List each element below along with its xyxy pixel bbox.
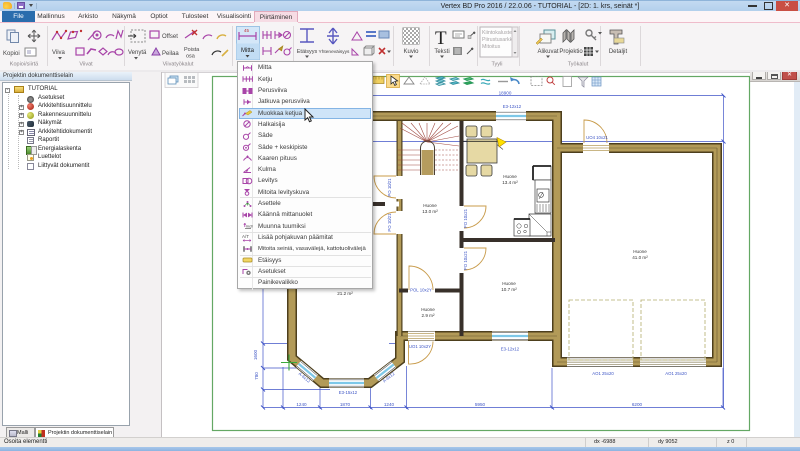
svg-text:Piirustusarkki: Piirustusarkki <box>482 37 514 43</box>
svg-text:Huone: Huone <box>423 203 437 208</box>
svg-text:6200: 6200 <box>632 402 643 407</box>
svg-text:A/T: A/T <box>242 234 249 239</box>
svg-text:Huone: Huone <box>633 249 647 254</box>
svg-text:Kopioi/siirtä: Kopioi/siirtä <box>10 62 39 68</box>
svg-text:inch: inch <box>246 224 253 229</box>
svg-text:E3-15x12: E3-15x12 <box>339 390 358 395</box>
svg-text:13.0 m²: 13.0 m² <box>422 209 438 214</box>
svg-text:45: 45 <box>244 28 250 33</box>
svg-text:E3-12x12: E3-12x12 <box>501 347 520 352</box>
svg-text:AO1 25x20: AO1 25x20 <box>665 371 687 376</box>
svg-text:Viivatyökalut: Viivatyökalut <box>163 62 194 68</box>
svg-text:Kuvio: Kuvio <box>403 49 419 55</box>
svg-text:PO 10x21: PO 10x21 <box>463 250 468 270</box>
svg-text:Offset: Offset <box>162 34 178 40</box>
svg-text:21.2 m²: 21.2 m² <box>337 291 353 296</box>
svg-text:13.4 m²: 13.4 m² <box>502 180 518 185</box>
svg-text:Huone: Huone <box>503 174 517 179</box>
svg-text:1240: 1240 <box>384 402 395 407</box>
svg-text:5950: 5950 <box>475 402 486 407</box>
svg-text:2.9 m²: 2.9 m² <box>421 313 434 318</box>
svg-text:1240: 1240 <box>296 402 307 407</box>
svg-text:Huone: Huone <box>502 281 516 286</box>
svg-text:Kopioi: Kopioi <box>3 51 20 57</box>
svg-text:41.0 m²: 41.0 m² <box>632 255 648 260</box>
svg-text:UO1 10x2Y: UO1 10x2Y <box>409 344 431 349</box>
svg-text:Huone: Huone <box>421 307 435 312</box>
svg-text:AO1 25x20: AO1 25x20 <box>592 371 614 376</box>
svg-text:Poista: Poista <box>184 47 200 53</box>
svg-text:PO 10/21: PO 10/21 <box>387 213 392 232</box>
svg-text:PO 10x21: PO 10x21 <box>463 208 468 228</box>
svg-text:Mitta: Mitta <box>241 48 255 54</box>
svg-text:Venytä: Venytä <box>128 50 147 56</box>
svg-text:Etäisyys: Etäisyys <box>297 49 318 55</box>
svg-text:osa: osa <box>186 54 196 60</box>
svg-text:Mitoitus: Mitoitus <box>482 44 501 50</box>
svg-text:T: T <box>435 28 447 49</box>
svg-text:10.7 m²: 10.7 m² <box>501 287 517 292</box>
svg-text:Projektio: Projektio <box>559 49 583 55</box>
svg-text:780: 780 <box>254 372 259 380</box>
svg-text:Detaljit: Detaljit <box>609 49 628 55</box>
svg-text:Alikuvat: Alikuvat <box>537 49 558 55</box>
svg-text:Viiva: Viiva <box>52 50 66 56</box>
svg-text:Tyyli: Tyyli <box>492 62 503 68</box>
svg-text:18900: 18900 <box>499 90 512 95</box>
svg-text:PO 10/21: PO 10/21 <box>387 178 392 197</box>
svg-text:1600: 1600 <box>253 349 258 360</box>
svg-text:Työkalut: Työkalut <box>568 62 589 68</box>
svg-text:Yhteneväisyys: Yhteneväisyys <box>319 49 351 55</box>
svg-text:1870: 1870 <box>340 402 351 407</box>
svg-text:Teksti: Teksti <box>434 49 449 55</box>
svg-text:E3-12x12: E3-12x12 <box>503 104 522 109</box>
svg-text:Peilaa: Peilaa <box>162 51 179 57</box>
svg-text:UO4 10x21: UO4 10x21 <box>586 135 608 140</box>
svg-text:POL 10x2Y: POL 10x2Y <box>410 288 432 293</box>
svg-text:Viivat: Viivat <box>79 62 93 68</box>
